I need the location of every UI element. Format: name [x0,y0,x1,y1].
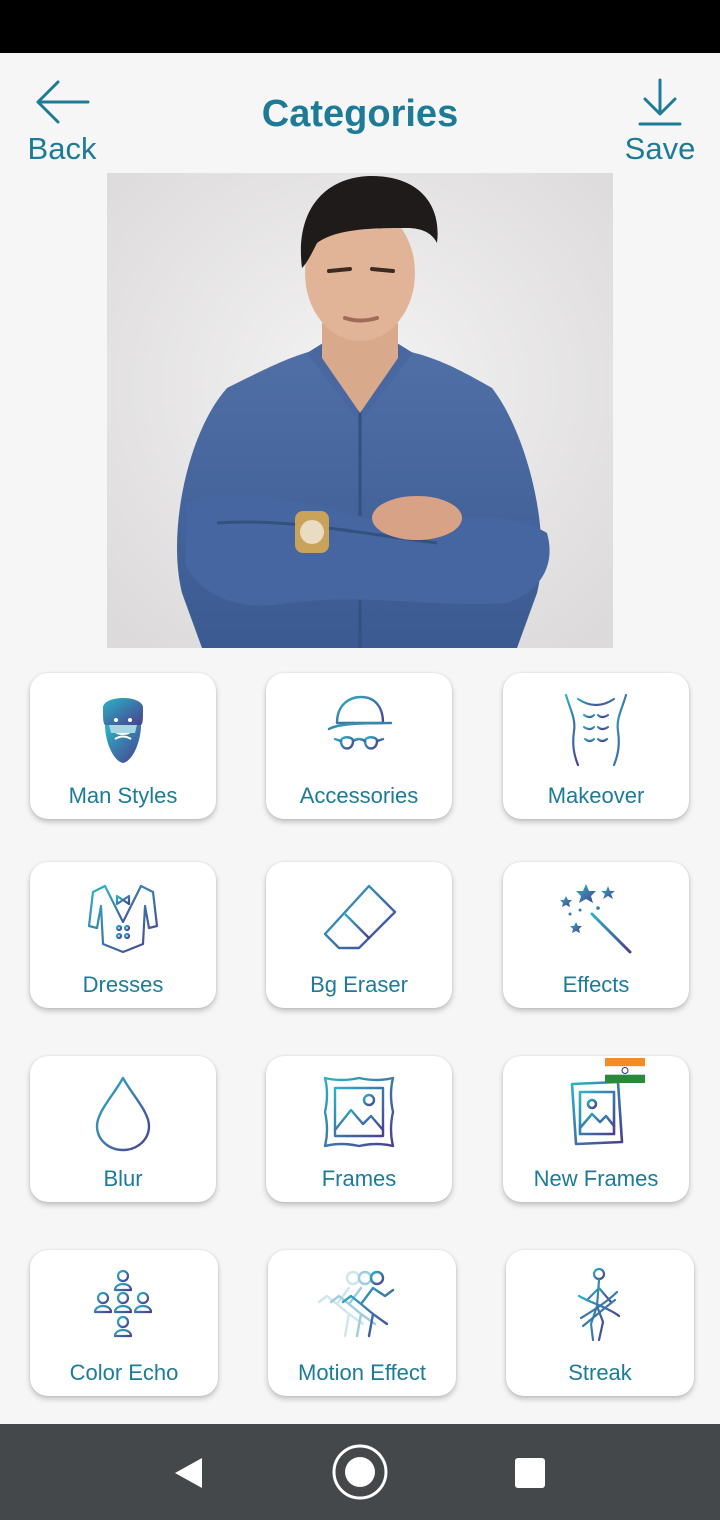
streak-figure-icon [577,1267,621,1342]
drop-icon [95,1076,151,1152]
circle-home-icon[interactable] [331,1443,389,1501]
india-flag-icon [605,1058,645,1083]
cap-glasses-icon [327,695,393,750]
triangle-back-icon[interactable] [172,1456,204,1490]
running-man-icon [317,1270,395,1338]
category-streak[interactable]: Streak [506,1250,694,1396]
category-label: Man Styles [68,783,178,808]
category-label: Dresses [82,972,164,997]
people-group-icon [93,1269,153,1338]
category-new-frames[interactable]: New Frames [503,1056,689,1202]
back-label: Back [27,131,97,166]
vest-icon [87,884,159,954]
page-title: Categories [261,93,459,135]
status-bar [0,0,720,53]
magic-wand-icon [560,884,632,954]
category-label: Accessories [299,783,419,808]
download-icon [638,78,682,126]
navigation-bar [0,1424,720,1520]
save-button[interactable]: Save [620,77,700,177]
category-effects[interactable]: Effects [503,862,689,1008]
abs-torso-icon [564,693,628,767]
category-accessories[interactable]: Accessories [266,673,452,819]
category-label: Motion Effect [298,1360,426,1385]
category-label: Streak [568,1360,632,1385]
category-label: Frames [321,1166,397,1191]
category-label: New Frames [533,1166,659,1191]
category-frames[interactable]: Frames [266,1056,452,1202]
category-label: Makeover [547,783,645,808]
bearded-man-icon [103,698,143,763]
category-motion-effect[interactable]: Motion Effect [268,1250,456,1396]
category-label: Bg Eraser [310,972,408,997]
category-bg-eraser[interactable]: Bg Eraser [266,862,452,1008]
category-blur[interactable]: Blur [30,1056,216,1202]
category-label: Effects [562,972,630,997]
category-label: Blur [103,1166,143,1191]
header: Back Categories Save [0,53,720,173]
category-makeover[interactable]: Makeover [503,673,689,819]
picture-frame-icon [323,1076,395,1148]
category-label: Color Echo [69,1360,179,1385]
new-frame-icon [570,1080,624,1146]
portrait-photo [107,173,613,648]
category-color-echo[interactable]: Color Echo [30,1250,218,1396]
square-recents-icon[interactable] [514,1457,546,1489]
eraser-icon [323,884,397,950]
category-man-styles[interactable]: Man Styles [30,673,216,819]
category-dresses[interactable]: Dresses [30,862,216,1008]
save-label: Save [624,131,696,166]
